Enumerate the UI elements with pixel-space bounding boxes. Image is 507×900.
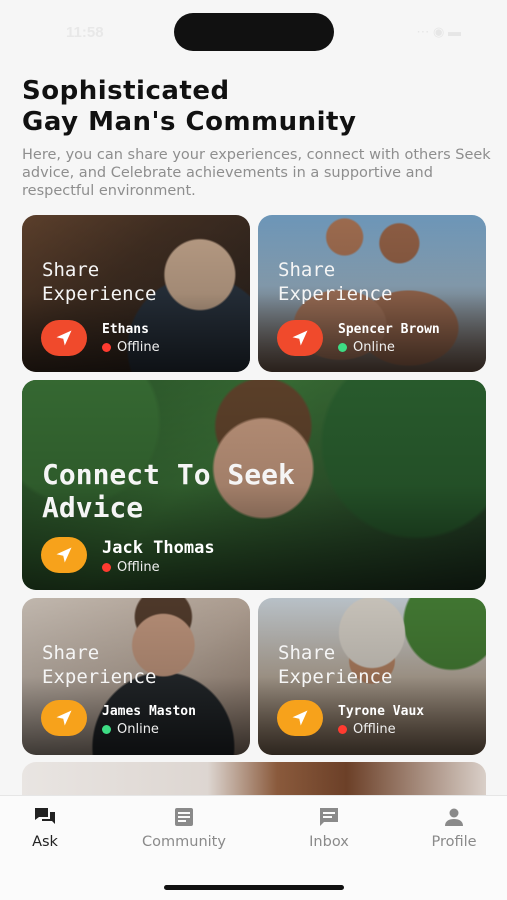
community-card-ethans[interactable]: Share Experience Ethans Offline xyxy=(22,215,250,372)
send-icon xyxy=(56,330,72,346)
tab-label: Ask xyxy=(32,834,58,850)
send-icon xyxy=(56,547,72,563)
send-icon xyxy=(292,710,308,726)
tab-label: Community xyxy=(142,834,226,850)
page-subtitle: Here, you can share your experiences, co… xyxy=(22,147,491,199)
card-label: Share Experience xyxy=(278,259,393,305)
card-label: Share Experience xyxy=(278,642,393,688)
card-label: Share Experience xyxy=(42,259,157,305)
user-status: Online xyxy=(338,340,395,355)
card-label: Share Experience xyxy=(42,642,157,688)
tab-ask[interactable]: Ask xyxy=(0,804,95,850)
user-status: Offline xyxy=(338,722,396,737)
send-button[interactable] xyxy=(277,700,323,736)
tab-community[interactable]: Community xyxy=(134,804,234,850)
user-name: Tyrone Vaux xyxy=(338,704,425,719)
home-indicator xyxy=(164,885,344,890)
page-header: Sophisticated Gay Man's Community Here, … xyxy=(22,76,492,200)
send-icon xyxy=(56,710,72,726)
status-dot xyxy=(102,725,111,734)
tab-profile[interactable]: Profile xyxy=(404,804,504,850)
community-card-spencer-brown[interactable]: Share Experience Spencer Brown Online xyxy=(258,215,486,372)
document-icon xyxy=(175,808,193,826)
page-title: Sophisticated Gay Man's Community xyxy=(22,76,357,137)
send-button[interactable] xyxy=(277,320,323,356)
message-icon xyxy=(320,808,338,826)
card-label: Connect To Seek Advice xyxy=(42,458,295,524)
user-name: James Maston xyxy=(102,704,196,719)
community-card-tyrone-vaux[interactable]: Share Experience Tyrone Vaux Offline xyxy=(258,598,486,755)
status-dot xyxy=(102,343,111,352)
dynamic-island xyxy=(174,13,334,51)
community-card-james-maston[interactable]: Share Experience James Maston Online xyxy=(22,598,250,755)
tab-label: Inbox xyxy=(309,834,349,850)
tab-label: Profile xyxy=(431,834,477,850)
user-name: Spencer Brown xyxy=(338,322,440,337)
status-indicators: ⋯ ◉ ▬ xyxy=(416,24,461,39)
user-name: Jack Thomas xyxy=(102,538,215,558)
status-dot xyxy=(338,725,347,734)
send-button[interactable] xyxy=(41,537,87,573)
tab-inbox[interactable]: Inbox xyxy=(279,804,379,850)
send-button[interactable] xyxy=(41,320,87,356)
community-card-jack-thomas[interactable]: Connect To Seek Advice Jack Thomas Offli… xyxy=(22,380,486,590)
user-status: Offline xyxy=(102,560,160,575)
status-dot xyxy=(102,563,111,572)
status-bar: 11:58 ⋯ ◉ ▬ xyxy=(0,0,507,62)
user-status: Online xyxy=(102,722,159,737)
chat-bubbles-icon xyxy=(35,808,55,824)
send-icon xyxy=(292,330,308,346)
send-button[interactable] xyxy=(41,700,87,736)
person-icon xyxy=(445,808,463,826)
status-dot xyxy=(338,343,347,352)
user-name: Ethans xyxy=(102,322,149,337)
status-time: 11:58 xyxy=(66,24,104,41)
user-status: Offline xyxy=(102,340,160,355)
